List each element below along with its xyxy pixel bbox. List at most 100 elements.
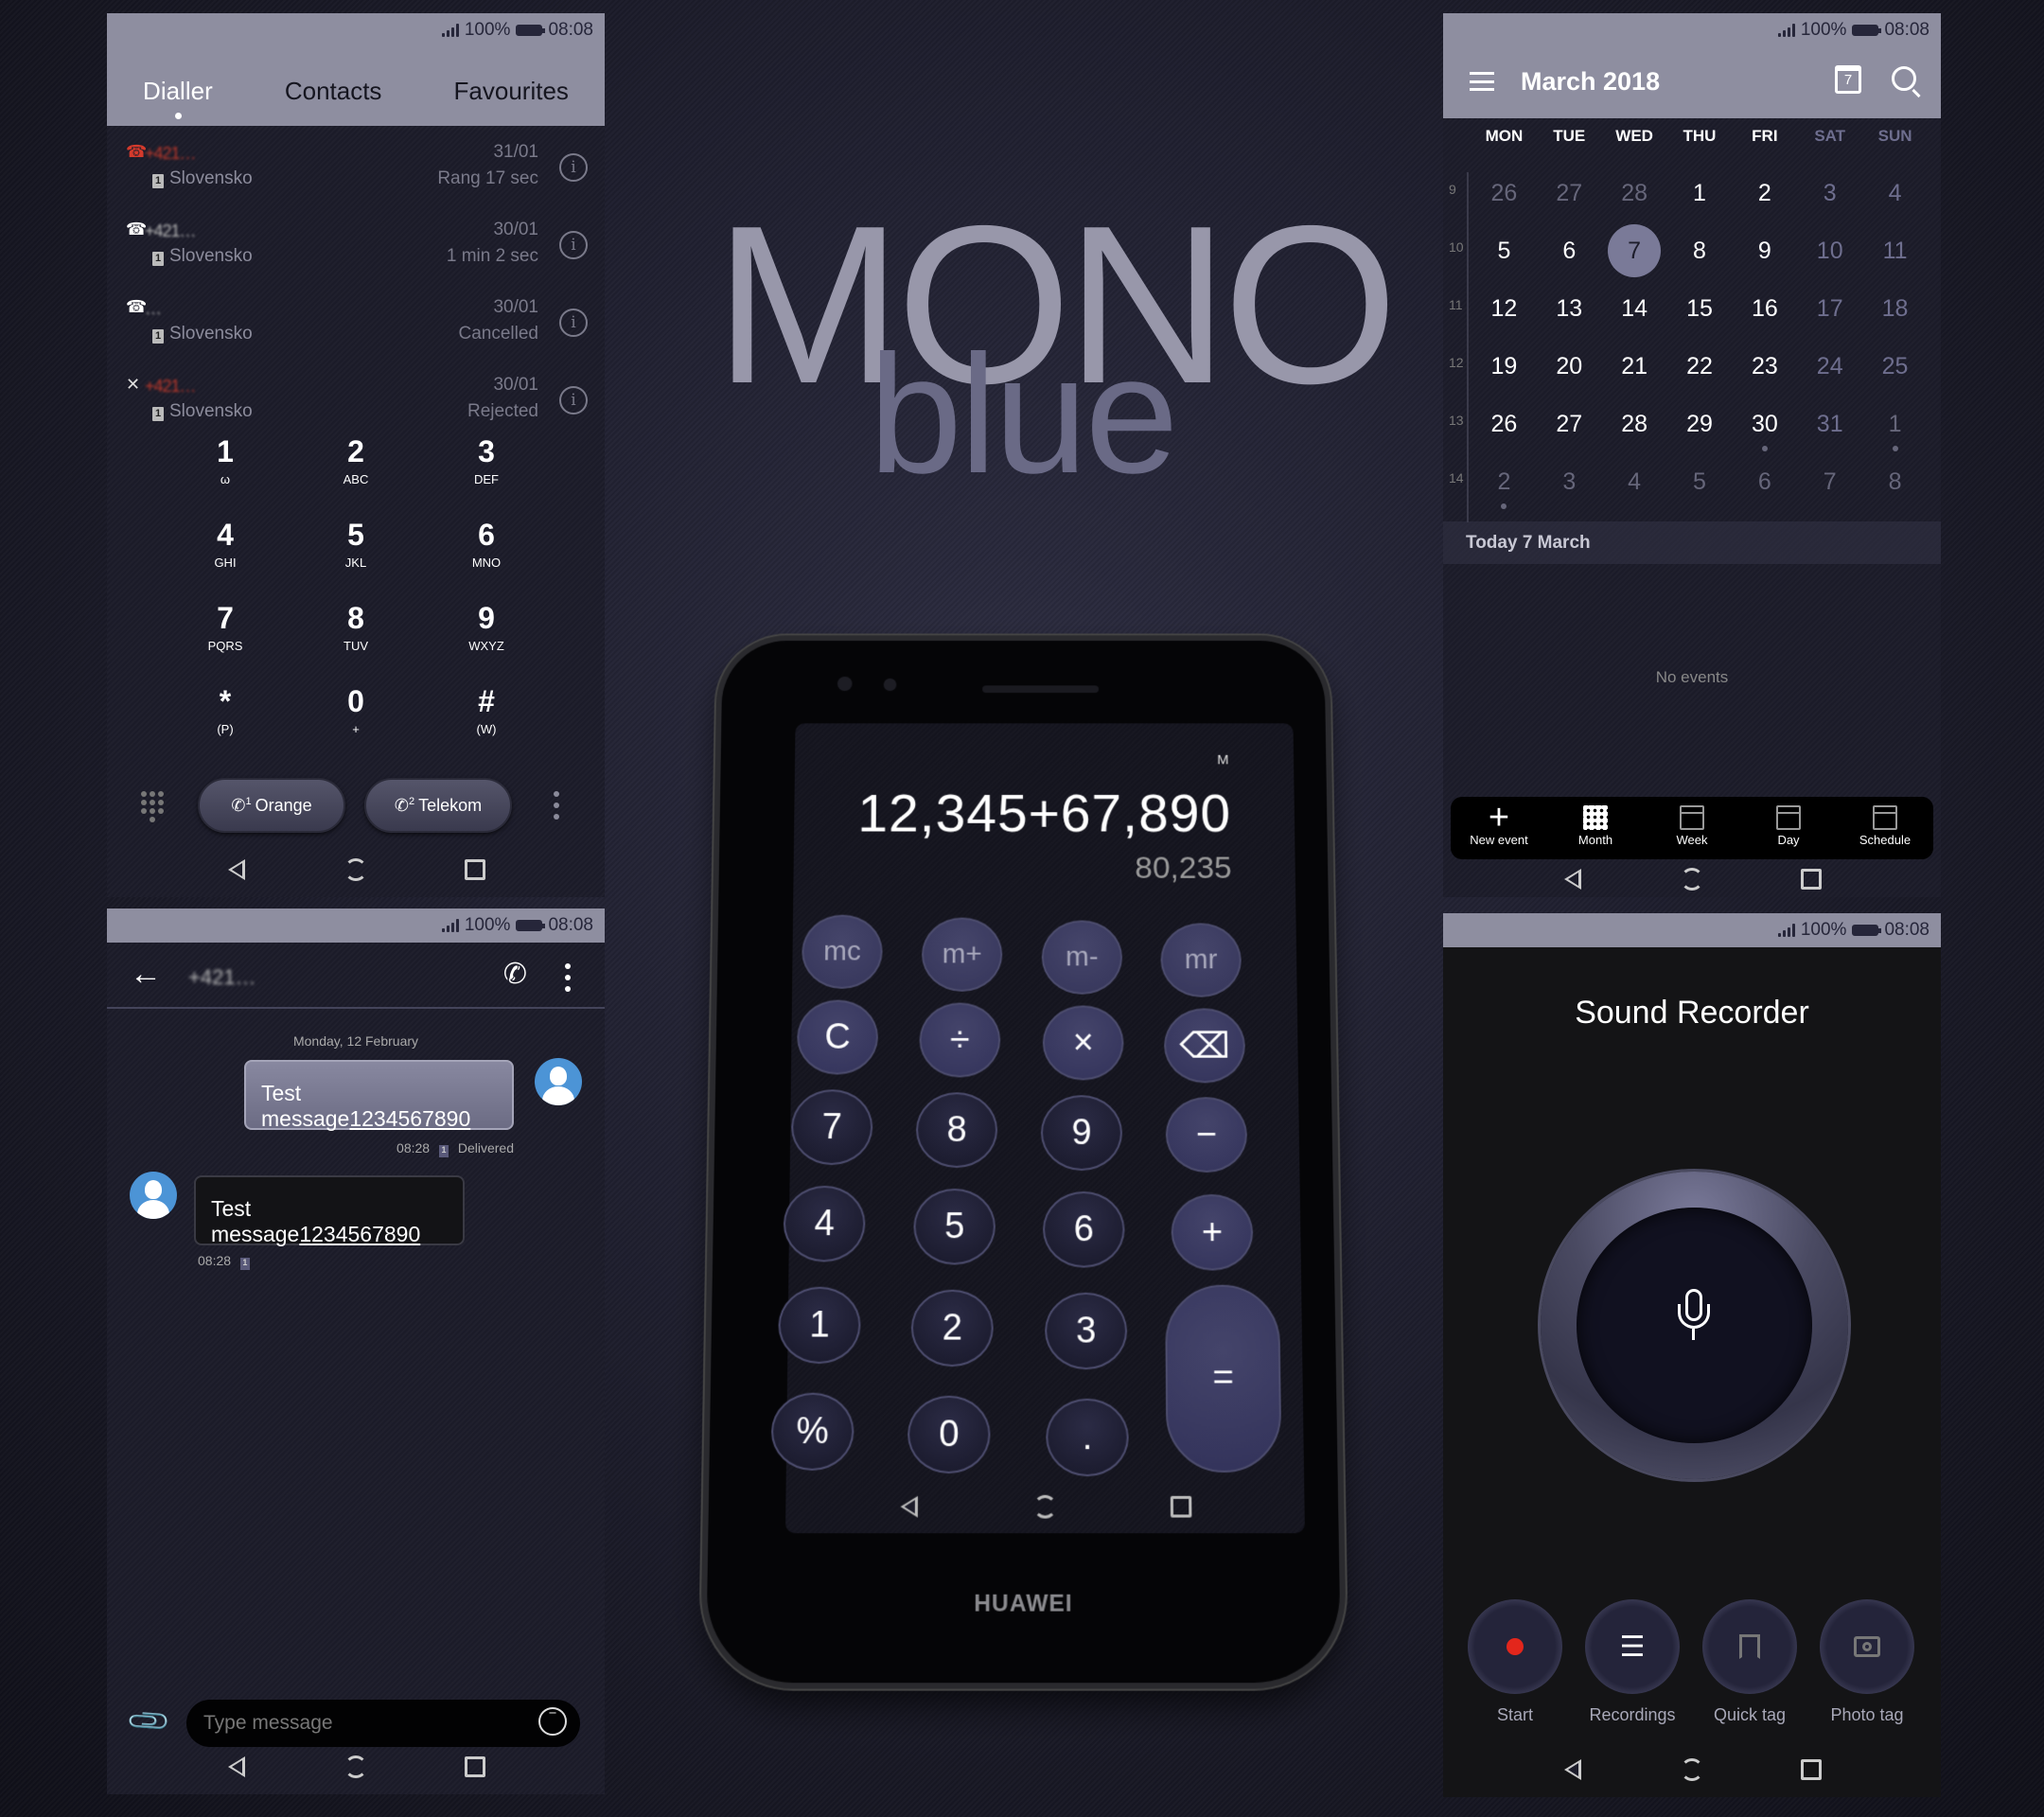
back-icon[interactable] (896, 1494, 922, 1520)
mr-button[interactable]: mr (1160, 923, 1242, 997)
key-8[interactable]: 8 TUV (291, 601, 421, 660)
key-2[interactable]: 2 ABC (291, 434, 421, 493)
percent-button[interactable]: % (770, 1392, 855, 1471)
back-icon[interactable] (1560, 867, 1585, 891)
call-log-item[interactable]: ✕ +421… 1 Slovensko 30/01 Rejected i (107, 363, 605, 441)
week-view-button[interactable]: Week (1644, 797, 1740, 859)
home-icon[interactable] (1680, 867, 1704, 891)
home-icon[interactable] (344, 1755, 368, 1779)
record-dial[interactable] (1541, 1172, 1848, 1479)
start-recording-button[interactable] (1468, 1599, 1562, 1694)
key-5[interactable]: 5 JKL (291, 518, 421, 576)
recordings-button[interactable]: ☰ (1585, 1599, 1680, 1694)
schedule-view-button[interactable]: Schedule (1837, 797, 1933, 859)
new-event-button[interactable]: + New event (1451, 797, 1547, 859)
key-2[interactable]: 2 (910, 1289, 994, 1367)
tab-favourites[interactable]: Favourites (454, 77, 569, 106)
calendar-day[interactable]: 13 (1537, 280, 1602, 338)
calendar-day[interactable]: 15 (1667, 280, 1733, 338)
home-icon[interactable] (344, 857, 368, 882)
info-icon[interactable]: i (559, 309, 588, 337)
photo-tag-button[interactable] (1820, 1599, 1914, 1694)
calendar-day[interactable]: 2 (1732, 165, 1797, 222)
m-minus-button[interactable]: m- (1041, 920, 1123, 995)
key-5[interactable]: 5 (913, 1188, 996, 1265)
recents-icon[interactable] (1799, 867, 1824, 891)
calendar-day[interactable]: 31 (1797, 396, 1862, 453)
received-message[interactable]: Test message1234567890 (194, 1175, 465, 1246)
m-plus-button[interactable]: m+ (921, 917, 1003, 992)
back-icon[interactable] (1560, 1757, 1585, 1782)
more-options-icon[interactable] (565, 963, 571, 992)
key-9[interactable]: 9 (1040, 1095, 1123, 1171)
quick-tag-button[interactable] (1702, 1599, 1797, 1694)
key-8[interactable]: 8 (915, 1092, 998, 1168)
back-icon[interactable] (224, 1755, 249, 1779)
calendar-day[interactable]: 8 (1862, 453, 1928, 511)
calendar-day[interactable]: 5 (1667, 453, 1733, 511)
calendar-day[interactable]: 18 (1862, 280, 1928, 338)
calendar-day[interactable]: 23 (1732, 338, 1797, 396)
more-options-icon[interactable] (554, 791, 559, 820)
key-7[interactable]: 7 (790, 1089, 873, 1165)
recents-icon[interactable] (1799, 1757, 1824, 1782)
calendar-day[interactable]: 25 (1862, 338, 1928, 396)
message-link[interactable]: 1234567890 (299, 1222, 420, 1246)
calendar-day[interactable]: 7 (1797, 453, 1862, 511)
key-3[interactable]: 3 (1045, 1292, 1128, 1370)
calendar-day[interactable]: 6 (1537, 222, 1602, 280)
day-view-button[interactable]: Day (1740, 797, 1837, 859)
minus-button[interactable]: − (1165, 1097, 1248, 1173)
month-view-button[interactable]: Month (1547, 797, 1644, 859)
info-icon[interactable]: i (559, 231, 588, 259)
key-3[interactable]: 3 DEF (421, 434, 552, 493)
key-4[interactable]: 4 (783, 1185, 866, 1262)
backspace-button[interactable]: ⌫ (1163, 1008, 1246, 1084)
key-6[interactable]: 6 (1043, 1191, 1125, 1268)
key-6[interactable]: 6 MNO (421, 518, 552, 576)
calendar-day[interactable]: 1 (1862, 396, 1928, 453)
message-link[interactable]: 1234567890 (349, 1106, 470, 1131)
calendar-day[interactable]: 9 (1732, 222, 1797, 280)
call-log-item[interactable]: ☎ … 1 Slovensko 30/01 Cancelled i (107, 286, 605, 363)
info-icon[interactable]: i (559, 153, 588, 182)
call-log-item[interactable]: ☎ +421… 1 Slovensko 30/01 1 min 2 sec i (107, 208, 605, 286)
calendar-day[interactable]: 2 (1471, 453, 1537, 511)
key-1[interactable]: 1 (778, 1286, 861, 1365)
calendar-day[interactable]: 30 (1732, 396, 1797, 453)
calendar-day[interactable]: 5 (1471, 222, 1537, 280)
calendar-day[interactable]: 27 (1537, 396, 1602, 453)
tab-dialler[interactable]: Dialler (143, 77, 213, 119)
calendar-day[interactable]: 28 (1602, 396, 1667, 453)
calendar-day[interactable]: 19 (1471, 338, 1537, 396)
key-0[interactable]: 0 (907, 1395, 991, 1474)
back-arrow-icon[interactable]: ← (130, 956, 162, 993)
recents-icon[interactable] (1169, 1494, 1194, 1520)
sent-message[interactable]: Test message1234567890 (244, 1060, 514, 1131)
go-to-today-icon[interactable]: 7 (1835, 65, 1861, 94)
recents-icon[interactable] (463, 1755, 487, 1779)
tab-contacts[interactable]: Contacts (285, 77, 382, 106)
calendar-day[interactable]: 22 (1667, 338, 1733, 396)
calendar-day[interactable]: 12 (1471, 280, 1537, 338)
calendar-day[interactable]: 10 (1797, 222, 1862, 280)
info-icon[interactable]: i (559, 386, 588, 415)
home-icon[interactable] (1680, 1757, 1704, 1782)
message-input[interactable]: Type message ‾ (186, 1700, 580, 1747)
calendar-day[interactable]: 27 (1537, 165, 1602, 222)
calendar-day[interactable]: 29 (1667, 396, 1733, 453)
calendar-day[interactable]: 26 (1471, 396, 1537, 453)
calendar-day[interactable]: 6 (1732, 453, 1797, 511)
calendar-day[interactable]: 16 (1732, 280, 1797, 338)
mc-button[interactable]: mc (801, 914, 883, 989)
calendar-day-today[interactable]: 7 (1602, 222, 1667, 280)
multiply-button[interactable]: × (1042, 1005, 1124, 1081)
emoji-icon[interactable]: ‾ (538, 1707, 567, 1736)
my-avatar[interactable] (535, 1058, 582, 1105)
keypad-toggle-icon[interactable] (141, 791, 164, 822)
search-icon[interactable] (1892, 66, 1921, 98)
key-7[interactable]: 7 PQRS (160, 601, 291, 660)
calendar-day[interactable]: 1 (1667, 165, 1733, 222)
calendar-day[interactable]: 28 (1602, 165, 1667, 222)
equals-button[interactable]: = (1165, 1284, 1282, 1473)
